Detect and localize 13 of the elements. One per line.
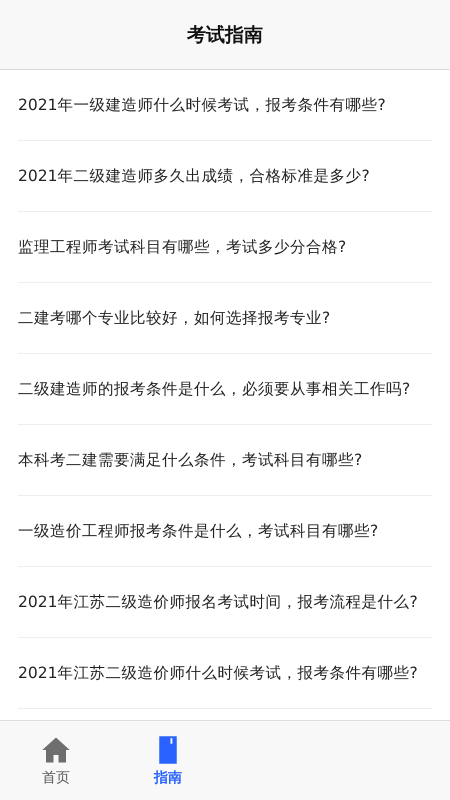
tab[interactable]: 首页 (0, 721, 112, 800)
article-link[interactable]: 二建考哪个专业比较好，如何选择报考专业? (18, 308, 330, 328)
page-title: 考试指南 (187, 22, 263, 48)
home-icon (41, 734, 71, 764)
tab[interactable]: 指南 (112, 721, 224, 800)
article-link[interactable]: 本科考二建需要满足什么条件，考试科目有哪些? (18, 450, 362, 470)
article-link[interactable]: 一级造价工程师报考条件是什么，考试科目有哪些? (18, 521, 378, 541)
article-link[interactable]: 2021年江苏二级造价师报名考试时间，报考流程是什么? (18, 592, 418, 612)
article-link[interactable]: 2021年一级建造师什么时候考试，报考条件有哪些? (18, 95, 386, 115)
article-link[interactable]: 二级建造师的报考条件是什么，必须要从事相关工作吗? (18, 379, 410, 399)
article-link[interactable]: 2021年江苏二级造价师什么时候考试，报考条件有哪些? (18, 663, 418, 683)
article-link[interactable]: 监理工程师考试科目有哪些，考试多少分合格? (18, 237, 346, 257)
article-link[interactable]: 2021年二级建造师多久出成绩，合格标准是多少? (18, 166, 370, 186)
